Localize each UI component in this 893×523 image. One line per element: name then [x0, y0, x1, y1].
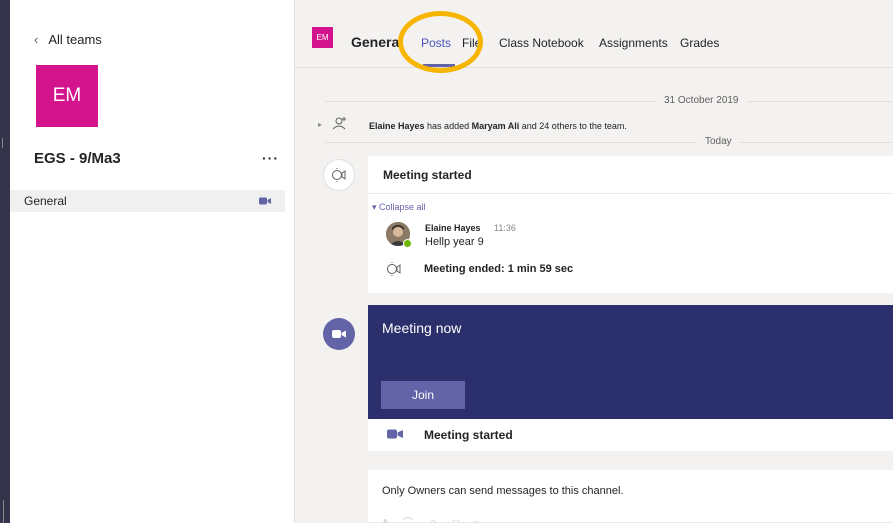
video-camera-icon — [332, 330, 346, 338]
meeting-ended-text: Meeting ended: 1 min 59 sec — [424, 263, 574, 275]
team-name: EGS - 9/Ma3 — [34, 150, 121, 167]
tab-grades[interactable]: Grades — [680, 36, 719, 50]
add-member-icon — [332, 117, 346, 130]
compose-toolbar: A ⌒ ☺ □ ○ — [382, 514, 486, 523]
meeting-now-card: Meeting now Join — [368, 305, 893, 419]
tab-class-notebook[interactable]: Class Notebook — [499, 36, 584, 50]
channel-item-general[interactable]: General — [10, 190, 285, 212]
join-button[interactable]: Join — [381, 381, 465, 409]
meeting-ended-icon — [387, 262, 401, 276]
system-message: Elaine Hayes has added Maryam Ali and 24… — [369, 121, 627, 131]
rail-indicator — [2, 138, 6, 148]
tab-assignments[interactable]: Assignments — [599, 36, 668, 50]
team-sidebar: ‹ All teams EM EGS - 9/Ma3 ··· General — [10, 0, 295, 523]
presence-available-icon — [403, 239, 412, 248]
date-separator: 31 October 2019 — [656, 95, 747, 106]
today-separator: Today — [697, 136, 740, 147]
sticker-icon: □ — [453, 518, 465, 523]
channel-main: EM Genera Posts File Class Notebook Assi… — [295, 0, 893, 523]
highlight-circle — [398, 11, 483, 73]
compose-box: Only Owners can send messages to this ch… — [368, 470, 893, 523]
rail-indicator-bottom — [3, 500, 7, 523]
system-subject: Maryam Ali — [471, 121, 520, 131]
attach-icon: ⌒ — [403, 518, 419, 523]
video-camera-icon — [387, 429, 403, 439]
owners-only-notice: Only Owners can send messages to this ch… — [382, 485, 624, 497]
system-actor: Elaine Hayes — [369, 121, 425, 131]
reply-author[interactable]: Elaine Hayes — [425, 223, 481, 233]
reply-message: Hellp year 9 — [425, 236, 484, 248]
all-teams-link[interactable]: ‹ All teams — [34, 32, 102, 47]
today-divider — [325, 142, 893, 143]
date-divider — [325, 101, 893, 102]
meeting-thread-card: Meeting started ▾ Collapse all Elaine Ha… — [368, 156, 893, 293]
meeting-icon-circle — [323, 159, 355, 191]
system-message-tail: and 24 others to the team. — [519, 121, 627, 131]
format-icon: A — [382, 518, 394, 523]
video-camera-icon — [259, 197, 271, 205]
more-options-icon[interactable]: ··· — [262, 150, 279, 166]
meeting-camera-icon — [332, 168, 346, 182]
meeting-started-title: Meeting started — [368, 156, 893, 194]
emoji-icon: ☺ — [428, 518, 444, 523]
meeting-now-footer: Meeting started — [368, 419, 893, 451]
meeting-now-icon-circle — [323, 318, 355, 350]
system-message-text: has added — [424, 121, 472, 131]
all-teams-label: All teams — [48, 32, 102, 47]
app-rail — [0, 0, 10, 523]
team-avatar[interactable]: EM — [36, 65, 98, 127]
collapse-all-label: Collapse all — [379, 202, 426, 212]
reply-timestamp: 11:36 — [494, 223, 516, 233]
meeting-now-title: Meeting now — [382, 320, 462, 336]
search-icon: ○ — [474, 518, 486, 523]
meeting-started-footer-text: Meeting started — [424, 428, 513, 442]
channel-title: Genera — [351, 34, 400, 50]
channel-avatar: EM — [312, 27, 333, 48]
chevron-left-icon: ‹ — [34, 32, 39, 47]
collapse-all-link[interactable]: ▾ Collapse all — [372, 202, 426, 213]
channel-label: General — [24, 194, 67, 208]
expand-chevron-icon[interactable]: ▸ — [318, 120, 322, 129]
